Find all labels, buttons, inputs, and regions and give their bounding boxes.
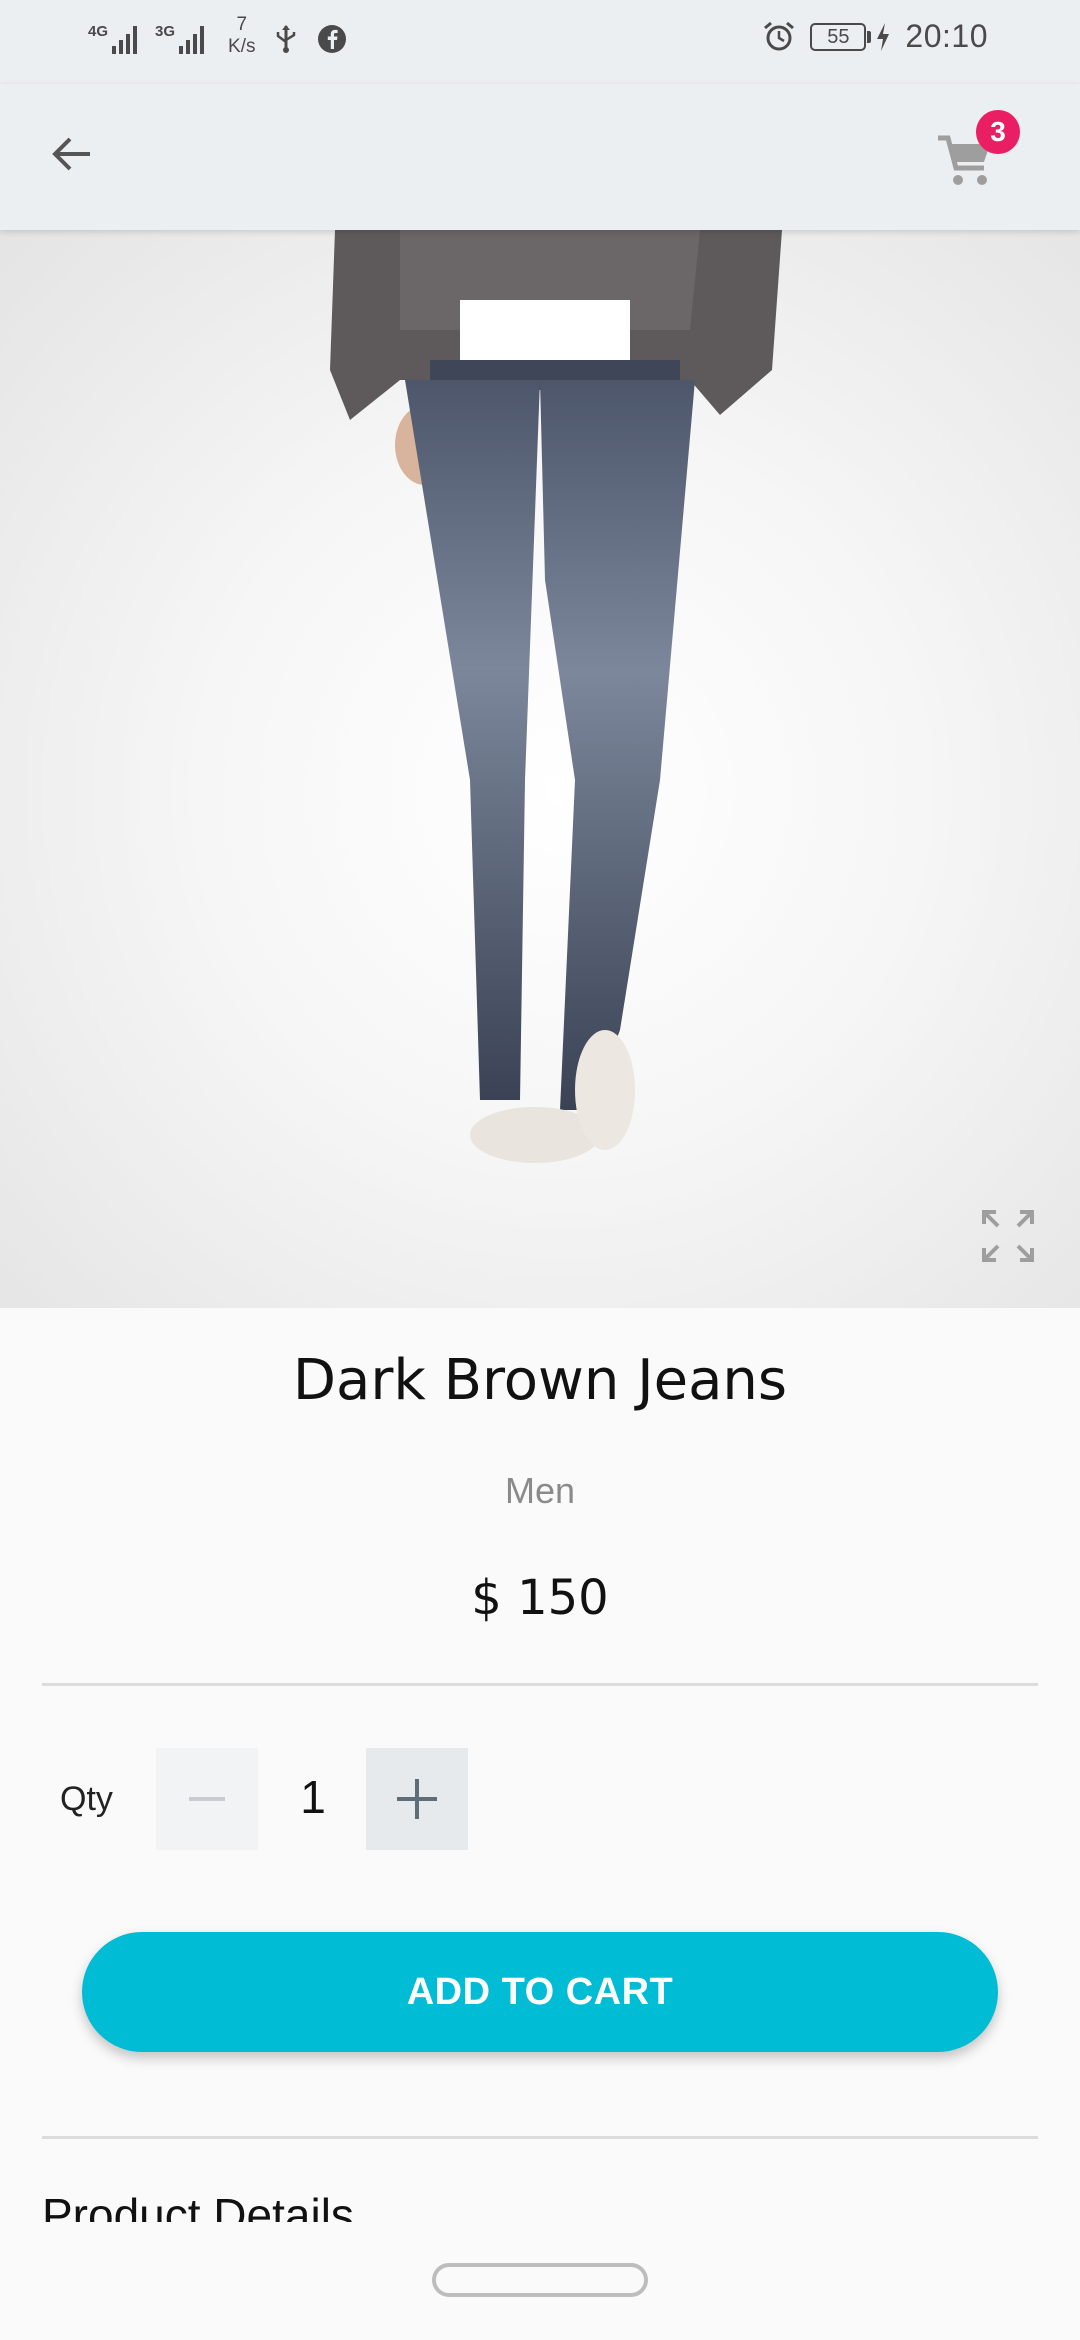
plus-icon	[397, 1779, 437, 1819]
app-bar: 3	[0, 84, 1080, 230]
speed-value: 7	[236, 14, 248, 35]
home-gesture-bar[interactable]	[432, 2263, 648, 2297]
clock: 20:10	[905, 18, 988, 54]
usb-icon	[277, 25, 296, 53]
fullscreen-icon	[982, 1210, 1034, 1262]
cart-count-badge: 3	[976, 110, 1020, 154]
qty-increment-button[interactable]	[366, 1748, 468, 1850]
speed-unit: K/s	[228, 35, 256, 57]
product-details-heading[interactable]: Product Details	[42, 2186, 354, 2222]
status-left: 4G 3G 7 K/s	[88, 14, 347, 58]
product-category: Men	[504, 1470, 576, 1511]
signal-4g: 4G	[88, 14, 138, 58]
signal-3g: 3G	[155, 14, 205, 58]
qty-decrement-button[interactable]	[156, 1748, 258, 1850]
facebook-icon	[318, 25, 347, 53]
qty-label: Qty	[60, 1780, 113, 1818]
status-bar: 4G 3G 7 K/s 55 20:10	[0, 0, 1080, 84]
product-title: Dark Brown Jeans	[292, 1348, 788, 1413]
signal-3g-label: 3G	[155, 23, 176, 40]
back-button[interactable]	[40, 122, 104, 186]
add-to-cart-button[interactable]: ADD TO CART	[82, 1932, 998, 2052]
product-photo	[330, 230, 782, 1163]
qty-value: 1	[300, 1771, 326, 1823]
network-speed: 7 K/s	[228, 14, 255, 58]
signal-bars-icon	[179, 24, 205, 54]
alarm-icon	[764, 21, 795, 50]
expand-button[interactable]	[980, 1208, 1036, 1264]
divider	[42, 1683, 1038, 1686]
signal-bars-icon	[112, 24, 138, 54]
battery-level: 55	[810, 22, 867, 51]
minus-icon	[189, 1797, 225, 1801]
charging-bolt-icon	[877, 22, 890, 51]
cart-button[interactable]: 3	[936, 110, 1020, 196]
battery-icon: 55	[810, 22, 891, 51]
signal-4g-label: 4G	[88, 23, 109, 40]
status-right: 55 20:10	[762, 18, 988, 55]
arrow-left-icon	[52, 137, 90, 171]
divider	[42, 2136, 1038, 2139]
product-image[interactable]	[0, 230, 1080, 1308]
product-price: $ 150	[471, 1570, 609, 1626]
